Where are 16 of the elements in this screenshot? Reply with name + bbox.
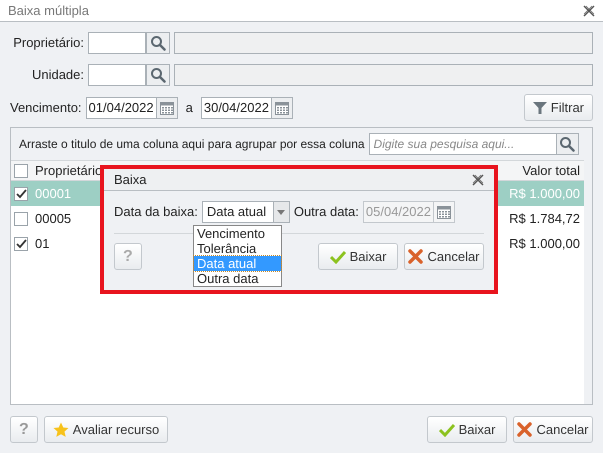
- table-cell-text: 00005: [34, 210, 72, 228]
- group-hint: Arraste o titulo de uma coluna aqui para agrupar por essa coluna: [19, 136, 365, 153]
- dialog-title: Baixa: [114, 170, 147, 189]
- field-label: Proprietário:: [12, 34, 84, 52]
- field-label: Outra data:: [294, 203, 359, 222]
- table-cell-text: 00001: [34, 184, 72, 203]
- other-date-field: 05/04/2022: [362, 201, 455, 223]
- field-label: Data da baixa:: [114, 203, 198, 222]
- table-cell-text: R$ 1.000,00: [509, 234, 581, 253]
- range-separator: a: [184, 98, 194, 117]
- table-cell-text: 01: [34, 234, 50, 253]
- table-cell-text: R$ 1.000,00: [509, 184, 581, 203]
- field-label: Vencimento:: [10, 98, 82, 117]
- window-title: Baixa múltipla: [8, 2, 89, 20]
- table-cell-text: R$ 1.784,72: [509, 210, 581, 228]
- field-label: Unidade:: [30, 66, 84, 84]
